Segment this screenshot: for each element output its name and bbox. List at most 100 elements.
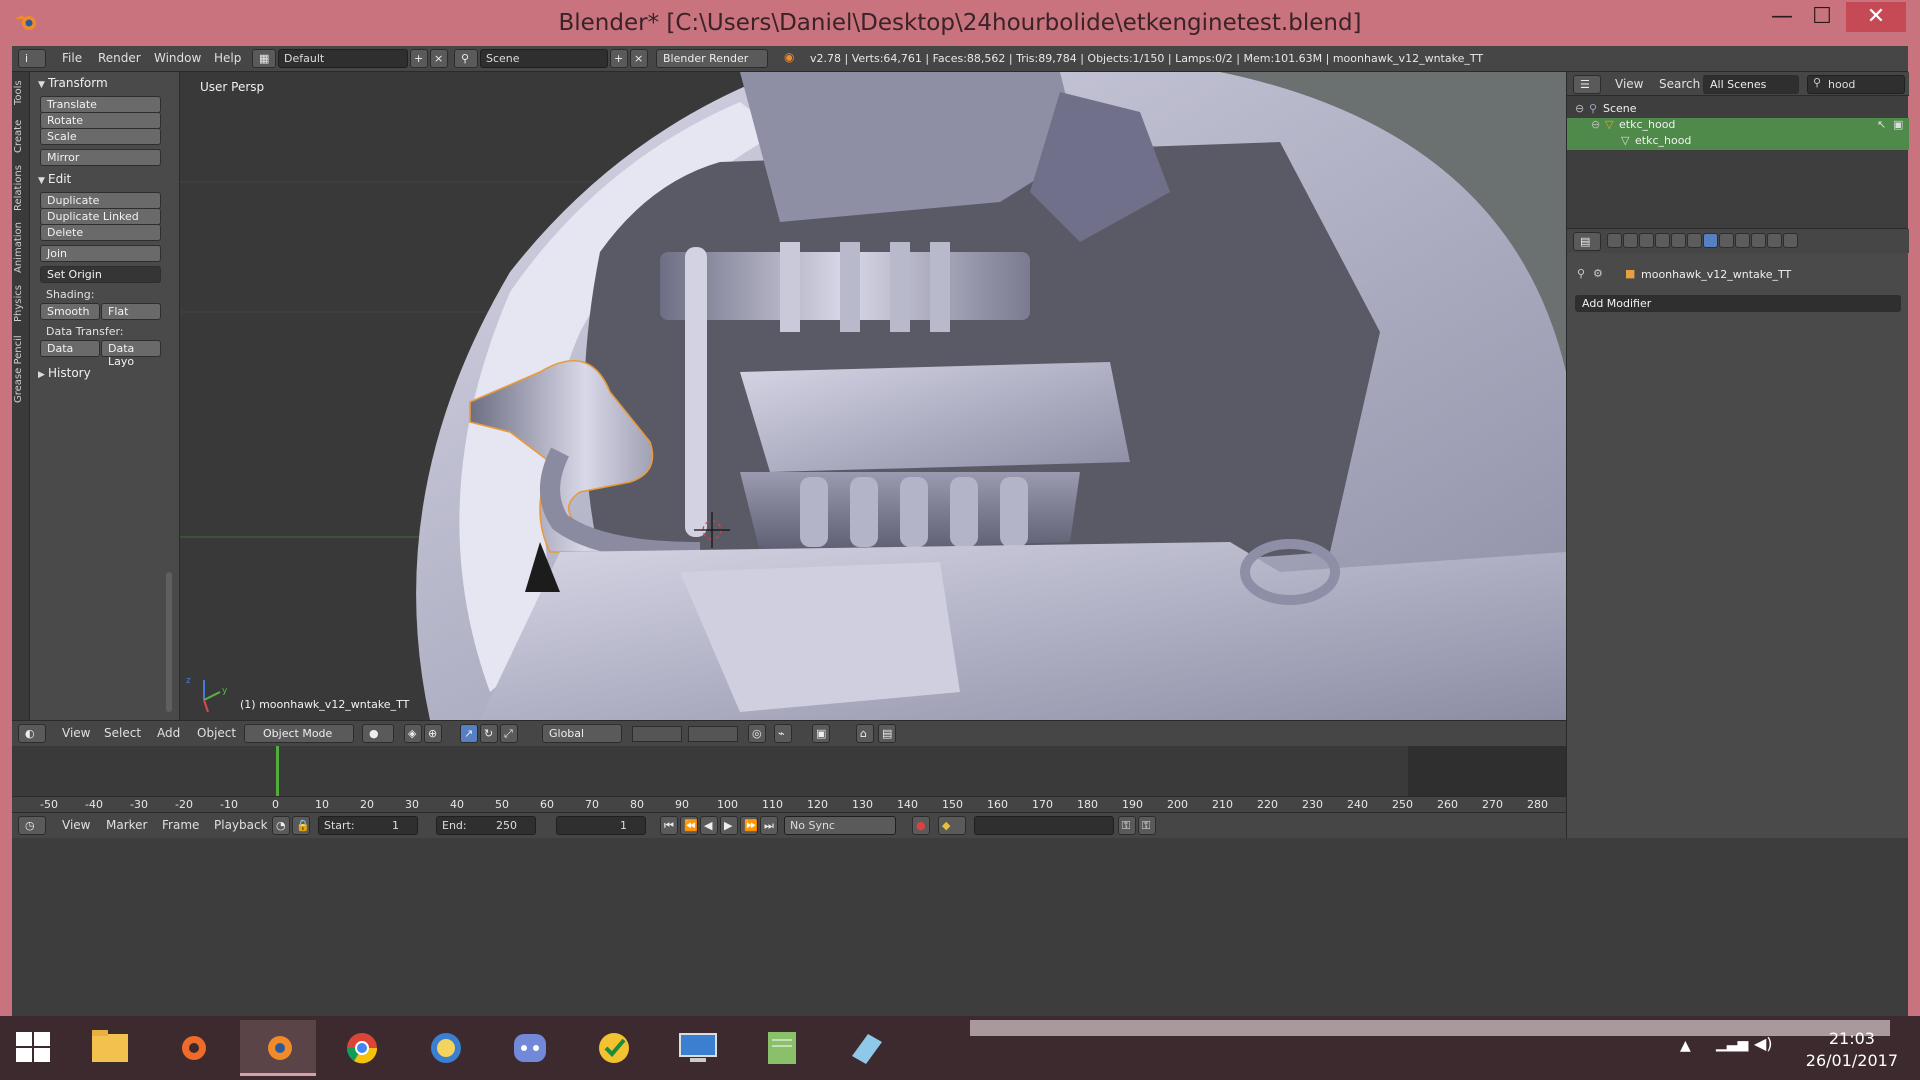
editor-type-outliner-icon[interactable]: ☰ [1573, 75, 1601, 94]
edit-panel-header[interactable]: ▼ Edit [38, 172, 71, 186]
shading-mode-icon[interactable]: ● [362, 724, 394, 743]
render-preview-icon[interactable]: ▣ [812, 724, 830, 743]
tab-relations[interactable]: Relations [13, 162, 29, 214]
object-mode-dropdown[interactable]: Object Mode [244, 724, 354, 743]
play-icon[interactable]: ▶ [720, 816, 738, 835]
add-layout-icon[interactable]: + [410, 49, 428, 68]
blender-icon[interactable] [240, 1020, 316, 1076]
menu-view[interactable]: View [62, 726, 90, 740]
menu-window[interactable]: Window [154, 51, 201, 65]
camera-icon[interactable]: ⌂ [856, 724, 874, 743]
remote-desktop-icon[interactable] [660, 1020, 736, 1076]
pivot-icon[interactable]: ◈ [404, 724, 422, 743]
history-panel-header[interactable]: ▶ History [38, 366, 91, 380]
render-toggle-icon[interactable]: ▣ [1893, 118, 1903, 131]
end-frame-field[interactable]: End: 250 [436, 816, 536, 835]
remove-layout-icon[interactable]: × [430, 49, 448, 68]
material-tab-icon[interactable] [1735, 233, 1750, 248]
join-button[interactable]: Join [40, 245, 161, 262]
scene-icon[interactable]: ⚲ [454, 49, 478, 68]
menu-object[interactable]: Object [197, 726, 236, 740]
menu-select[interactable]: Select [104, 726, 141, 740]
film-icon[interactable]: ▤ [878, 724, 896, 743]
network-icon[interactable]: ▁▃▅ [1716, 1036, 1748, 1052]
3d-viewport[interactable]: User Persp z y (1) moonhawk_v12_wntake_T… [180, 72, 1566, 720]
keying-set-field[interactable] [974, 816, 1114, 835]
jump-start-icon[interactable]: ⏮ [660, 816, 678, 835]
transform-panel-header[interactable]: ▼ Transform [38, 76, 108, 90]
menu-file[interactable]: File [62, 51, 82, 65]
tab-grease-pencil[interactable]: Grease Pencil [13, 330, 29, 408]
outliner-row-scene[interactable]: ⊖ ⚲ Scene [1567, 102, 1909, 118]
timeline-ruler[interactable]: -50 -40 -30 -20 -10 0 10 20 30 40 50 60 … [12, 796, 1566, 812]
layout-icon[interactable]: ▦ [252, 49, 276, 68]
preview-range-icon[interactable]: ◔ [272, 816, 290, 835]
display-mode-dropdown[interactable]: All Scenes [1703, 75, 1799, 94]
constraints-tab-icon[interactable] [1687, 233, 1702, 248]
notepad-icon[interactable] [744, 1020, 820, 1076]
discord-icon[interactable] [492, 1020, 568, 1076]
close-button[interactable]: ✕ [1846, 2, 1906, 32]
outliner-row-object[interactable]: ⊖ ▽ etkc_hood ↖ ▣ [1567, 118, 1909, 134]
add-scene-icon[interactable]: + [610, 49, 628, 68]
fallout-icon[interactable] [408, 1020, 484, 1076]
world-tab-icon[interactable] [1655, 233, 1670, 248]
outliner-search-input[interactable]: hood [1807, 75, 1905, 94]
tab-tools[interactable]: Tools [13, 76, 29, 110]
duplicate-button[interactable]: Duplicate [40, 192, 161, 209]
timeline-menu-marker[interactable]: Marker [106, 818, 147, 832]
rotate-manipulator-icon[interactable]: ↻ [480, 724, 498, 743]
proportional-edit-icon[interactable]: ◎ [748, 724, 766, 743]
add-modifier-dropdown[interactable]: Add Modifier [1575, 295, 1901, 312]
tool-shelf-scrollbar[interactable] [166, 572, 172, 712]
texture-tab-icon[interactable] [1751, 233, 1766, 248]
file-explorer-icon[interactable] [72, 1020, 148, 1076]
jump-keyframe-back-icon[interactable]: ⏪ [680, 816, 698, 835]
pin-icon[interactable]: ⚲ [1577, 267, 1585, 280]
current-frame-marker[interactable] [276, 746, 279, 796]
render-engine-dropdown[interactable]: Blender Render [656, 49, 768, 68]
outliner-menu-view[interactable]: View [1615, 77, 1643, 91]
select-arrow-icon[interactable]: ↖ [1877, 118, 1886, 131]
layers-grid-a[interactable] [632, 726, 682, 742]
start-icon[interactable] [0, 1020, 68, 1076]
start-frame-field[interactable]: Start: 1 [318, 816, 418, 835]
timeline-menu-frame[interactable]: Frame [162, 818, 199, 832]
scene-field[interactable]: Scene [480, 49, 608, 68]
outliner-menu-search[interactable]: Search [1659, 77, 1700, 91]
menu-help[interactable]: Help [214, 51, 241, 65]
scene-tab-icon[interactable] [1639, 233, 1654, 248]
play-reverse-icon[interactable]: ◀ [700, 816, 718, 835]
record-icon[interactable]: ● [912, 816, 930, 835]
manipulator-icon[interactable]: ⊕ [424, 724, 442, 743]
outliner-row-mesh[interactable]: ▽ etkc_hood [1567, 134, 1909, 150]
system-clock[interactable]: 21:03 26/01/2017 [1806, 1028, 1898, 1072]
origin-icon[interactable] [156, 1020, 232, 1076]
volume-icon[interactable]: ◀) [1754, 1034, 1773, 1053]
eraser-icon[interactable] [828, 1020, 904, 1076]
timeline-menu-playback[interactable]: Playback [214, 818, 268, 832]
set-origin-dropdown[interactable]: Set Origin [40, 266, 161, 283]
scale-button[interactable]: Scale [40, 128, 161, 145]
transform-orientation-dropdown[interactable]: Global [542, 724, 622, 743]
layers-grid-b[interactable] [688, 726, 738, 742]
data-button[interactable]: Data [40, 340, 100, 357]
layout-field[interactable]: Default [278, 49, 408, 68]
insert-keyframe-icon[interactable]: ⚿ [1118, 816, 1136, 835]
timeline[interactable] [12, 746, 1566, 796]
particles-tab-icon[interactable] [1767, 233, 1782, 248]
sync-mode-dropdown[interactable]: No Sync [784, 816, 896, 835]
delete-button[interactable]: Delete [40, 224, 161, 241]
rotate-button[interactable]: Rotate [40, 112, 161, 129]
menu-add[interactable]: Add [157, 726, 180, 740]
menu-render[interactable]: Render [98, 51, 141, 65]
snap-icon[interactable]: ⌁ [774, 724, 792, 743]
data-tab-icon[interactable] [1719, 233, 1734, 248]
delete-keyframe-icon[interactable]: ⚿ [1138, 816, 1156, 835]
current-frame-field[interactable]: 1 [556, 816, 646, 835]
jump-keyframe-forward-icon[interactable]: ⏩ [740, 816, 758, 835]
norton-icon[interactable] [576, 1020, 652, 1076]
tab-create[interactable]: Create [13, 116, 29, 156]
keying-set-icon[interactable]: ◆ [938, 816, 966, 835]
maximize-button[interactable]: ☐ [1792, 2, 1852, 32]
